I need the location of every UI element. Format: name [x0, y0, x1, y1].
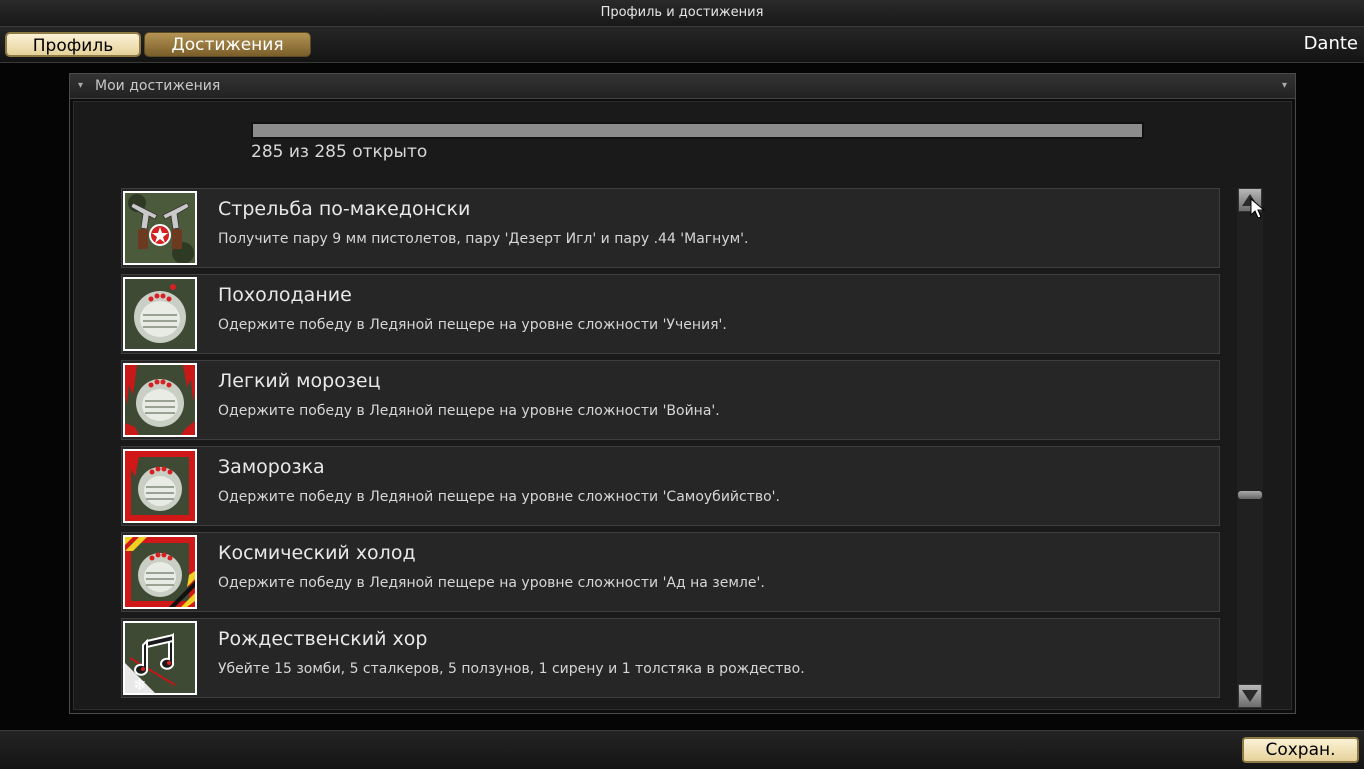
progress-text: 285 из 285 открыто — [251, 142, 428, 162]
achievement-thumbnail — [123, 449, 197, 523]
scroll-thumb[interactable] — [1238, 491, 1262, 499]
achievement-thumbnail — [123, 363, 197, 437]
achievement-description: Одержите победу в Ледяной пещере на уров… — [218, 317, 727, 333]
ice-cave-hazard-icon — [125, 537, 195, 607]
bottom-bar: Сохран. — [0, 730, 1364, 769]
achievement-item[interactable]: ❄ Рождественский хор Убейте 15 зомби, 5 … — [121, 618, 1220, 698]
arrow-down-icon — [1242, 690, 1258, 702]
collapse-icon-right[interactable]: ▾ — [1282, 74, 1287, 98]
achievement-description: Одержите победу в Ледяной пещере на уров… — [218, 403, 720, 419]
achievements-panel: ▾ Мои достижения ▾ 285 из 285 открыто Ст… — [69, 73, 1296, 714]
dual-pistols-icon — [125, 193, 195, 263]
achievement-item[interactable]: Похолодание Одержите победу в Ледяной пе… — [121, 274, 1220, 354]
achievement-title: Рождественский хор — [218, 628, 428, 650]
achievement-description: Получите пару 9 мм пистолетов, пару 'Дез… — [218, 231, 749, 247]
ice-cave-blood-icon — [125, 365, 195, 435]
collapse-icon[interactable]: ▾ — [78, 74, 83, 98]
achievement-title: Стрельба по-македонски — [218, 198, 471, 220]
achievement-thumbnail — [123, 277, 197, 351]
achievement-list: Стрельба по-македонски Получите пару 9 м… — [121, 188, 1220, 704]
svg-text:❄: ❄ — [133, 675, 146, 693]
achievement-title: Заморозка — [218, 456, 325, 478]
progress-bar — [251, 122, 1144, 139]
achievement-item[interactable]: Космический холод Одержите победу в Ледя… — [121, 532, 1220, 612]
ice-cave-red-frame-icon — [125, 451, 195, 521]
achievement-title: Космический холод — [218, 542, 416, 564]
panel-title: Мои достижения — [95, 78, 221, 94]
achievement-description: Одержите победу в Ледяной пещере на уров… — [218, 489, 780, 505]
scrollbar[interactable] — [1237, 188, 1263, 708]
achievement-thumbnail: ❄ — [123, 621, 197, 695]
achievement-title: Легкий морозец — [218, 370, 381, 392]
achievement-title: Похолодание — [218, 284, 352, 306]
achievement-thumbnail — [123, 191, 197, 265]
achievement-description: Убейте 15 зомби, 5 сталкеров, 5 ползунов… — [218, 661, 805, 677]
achievement-item[interactable]: Легкий морозец Одержите победу в Ледяной… — [121, 360, 1220, 440]
achievement-thumbnail — [123, 535, 197, 609]
achievement-item[interactable]: Стрельба по-македонски Получите пару 9 м… — [121, 188, 1220, 268]
mouse-cursor-icon — [1250, 198, 1266, 219]
tab-achievements[interactable]: Достижения — [144, 32, 311, 57]
achievement-description: Одержите победу в Ледяной пещере на уров… — [218, 575, 765, 591]
tab-profile[interactable]: Профиль — [5, 32, 141, 57]
save-button[interactable]: Сохран. — [1242, 737, 1359, 763]
ice-cave-icon — [125, 279, 195, 349]
profile-achievements-window: Профиль и достижения Профиль Достижения … — [0, 0, 1364, 769]
scroll-down-button[interactable] — [1238, 684, 1262, 708]
progress-fill — [253, 124, 1142, 137]
username: Dante — [1303, 33, 1358, 54]
music-notes-icon: ❄ — [125, 623, 195, 693]
panel-content: 285 из 285 открыто Стрельба по-македонск… — [73, 101, 1292, 710]
achievement-item[interactable]: Заморозка Одержите победу в Ледяной пеще… — [121, 446, 1220, 526]
window-title: Профиль и достижения — [0, 0, 1364, 27]
tab-bar: Профиль Достижения Dante — [0, 27, 1364, 63]
panel-header[interactable]: ▾ Мои достижения ▾ — [70, 74, 1295, 99]
